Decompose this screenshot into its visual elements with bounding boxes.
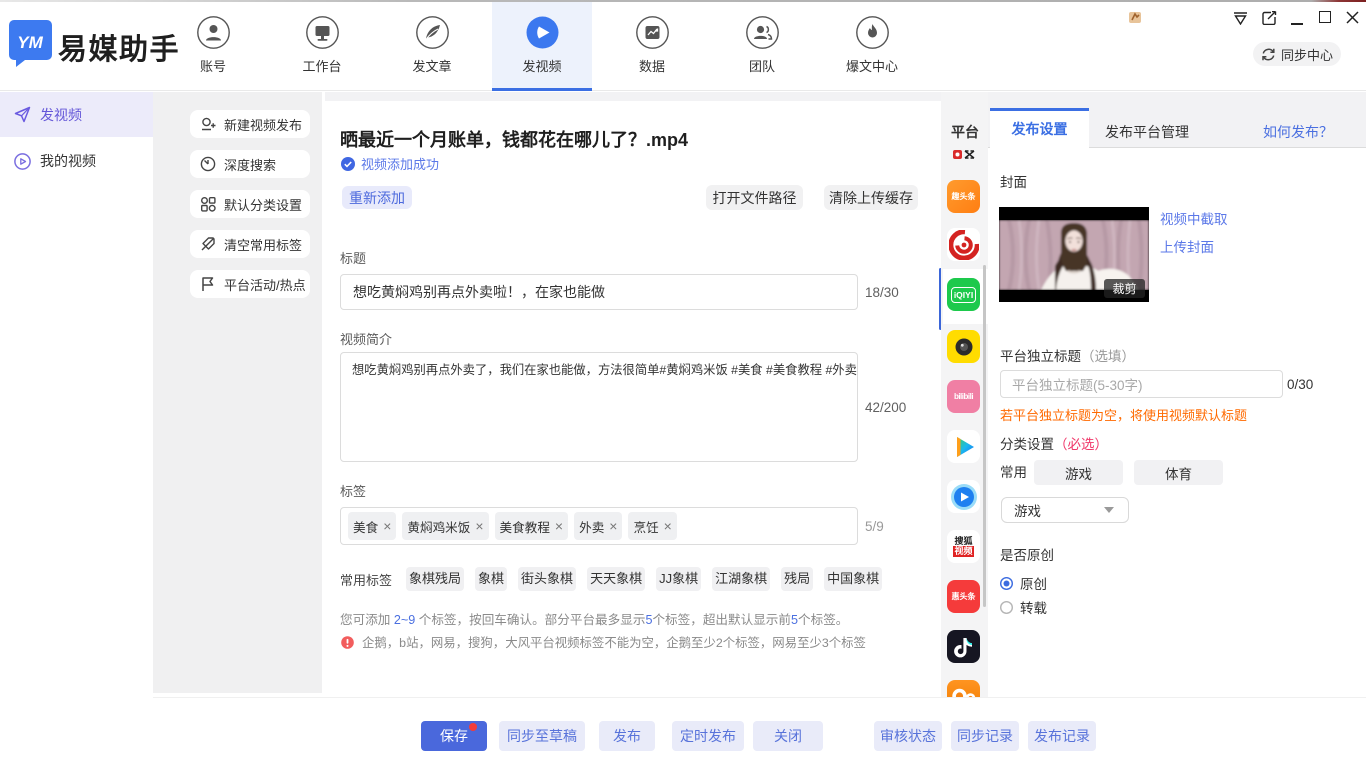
svg-text:YM: YM [17,33,43,52]
